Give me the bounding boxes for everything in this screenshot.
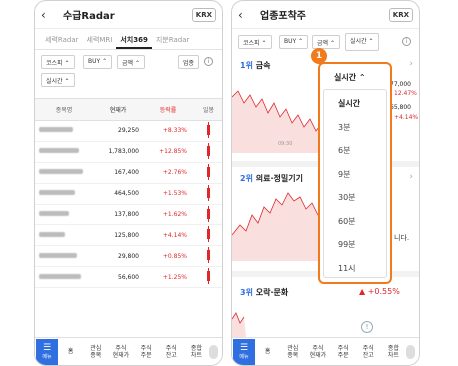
page-title: 수급Radar [63,11,115,22]
info-circle-icon[interactable]: ! [361,321,373,333]
header: ‹ 업종포착주 KRX [232,1,419,29]
col-rate: 등락률 [143,98,193,121]
blurred-name [39,211,69,216]
nav-balance[interactable]: 주식 잔고 [159,345,184,359]
dropdown-option[interactable]: 9분 [324,163,386,187]
dropdown-option[interactable]: 6분 [324,139,386,163]
section-1-title[interactable]: 1위 금속 [240,60,270,71]
candle-icon [207,247,210,264]
dropdown-option[interactable]: 실시간 [324,92,386,116]
nav-watchlist[interactable]: 관심 종목 [280,345,305,359]
candle-icon [207,121,210,138]
section-2-title[interactable]: 2위 의료·정밀기기 [240,173,303,184]
table-row[interactable]: 464,500 +1.53% [35,183,222,205]
menu-icon: ☰ [239,342,249,353]
page-title: 업종포착주 [260,11,306,22]
nav-order[interactable]: 주식 주문 [331,345,356,359]
stock-table: 종목명 현재가 등락률 일봉 29,250 +8.33% 1,783,000 +12… [35,98,222,289]
period-dropdown: 실시간 ⌃ 실시간 3분 6분 9분 30분 60분 99분 11시 [318,62,392,284]
chevron-right-icon[interactable]: › [409,172,413,182]
nav-quote[interactable]: 주식 현재가 [108,345,133,359]
table-row[interactable]: 167,400 +2.76% [35,162,222,184]
nav-watchlist[interactable]: 관심 종목 [83,345,108,359]
candle-icon [207,184,210,201]
amount-select[interactable]: 금액 ⌃ [117,55,145,69]
tab-radar[interactable]: 세력Radar [41,30,83,49]
krx-button[interactable]: KRX [388,7,413,22]
market-select[interactable]: 코스피 ⌃ [41,55,75,69]
dropdown-header[interactable]: 실시간 ⌃ [320,64,390,83]
toggle-switch[interactable] [406,344,416,359]
market-select[interactable]: 코스피 ⌃ [238,35,272,49]
krx-button[interactable]: KRX [191,7,216,22]
blurred-name [39,127,73,133]
info-icon[interactable]: i [204,57,213,66]
blurred-name [39,190,75,196]
chevron-right-icon[interactable]: › [409,59,413,69]
phone-left: ‹ 수급Radar KRX 세력Radar 세력MRI 서치369 지분Rada… [34,0,223,366]
nav-order[interactable]: 주식 주문 [134,345,159,359]
col-daily: 일봉 [193,98,222,121]
sector-chart-3 [232,312,246,337]
bottom-nav: ☰ 메뉴 홈 관심 종목 주식 현재가 주식 주문 주식 잔고 종합 차트 [232,337,419,365]
candle-icon [207,226,210,243]
toggle-switch[interactable] [209,344,219,359]
table-row[interactable]: 1,783,000 +12.85% [35,141,222,163]
period-select[interactable]: 실시간 ⌃ [345,33,379,51]
section-3-title[interactable]: 3위 오락·문화 [240,287,288,298]
nav-chart[interactable]: 종합 차트 [184,345,209,359]
dropdown-option[interactable]: 30분 [324,186,386,210]
chevron-up-icon: ⌃ [358,73,366,82]
candle-icon [207,142,210,159]
menu-button[interactable]: ☰ 메뉴 [233,338,255,365]
back-icon[interactable]: ‹ [41,8,55,22]
candle-icon [207,268,210,285]
blurred-name [39,273,81,279]
col-name: 종목명 [35,98,93,121]
dropdown-option[interactable]: 99분 [324,233,386,257]
blurred-name [39,252,77,258]
blurred-name [39,231,65,237]
candle-icon [207,205,210,222]
dropdown-option[interactable]: 60분 [324,210,386,234]
amount-select[interactable]: 금액 ⌃ [312,35,340,49]
nav-balance[interactable]: 주식 잔고 [356,345,381,359]
type-select[interactable]: BUY ⌃ [279,35,309,49]
info-icon[interactable]: i [402,37,411,46]
tab-mri[interactable]: 세력MRI [83,30,117,49]
blurred-name [39,148,79,154]
table-row[interactable]: 125,800 +4.14% [35,224,222,247]
table-row[interactable]: 56,600 +1.25% [35,266,222,289]
header: ‹ 수급Radar KRX [35,1,222,29]
nav-home[interactable]: 홈 [58,348,83,355]
tab-search369[interactable]: 서치369 [116,30,152,49]
nav-quote[interactable]: 주식 현재가 [305,345,330,359]
period-select[interactable]: 실시간 ⌃ [41,73,75,87]
table-row[interactable]: 29,250 +8.33% [35,120,222,142]
table-row[interactable]: 137,800 +1.62% [35,204,222,226]
step-badge: 1 [311,48,327,64]
section-3-rate: ▲ +0.55% [359,287,400,296]
bottom-nav: ☰ 메뉴 홈 관심 종목 주식 현재가 주식 주문 주식 잔고 종합 차트 [35,337,222,365]
sector-button[interactable]: 업종 [178,55,200,69]
dropdown-list: 실시간 3분 6분 9분 30분 60분 99분 11시 [323,89,387,278]
col-price: 현재가 [93,98,143,121]
dropdown-option[interactable]: 3분 [324,116,386,140]
blurred-name [39,169,83,175]
tab-bar: 세력Radar 세력MRI 서치369 지분Radar [35,30,222,50]
menu-button[interactable]: ☰ 메뉴 [36,338,58,365]
tab-share-radar[interactable]: 지분Radar [152,30,194,49]
type-select[interactable]: BUY ⌃ [83,55,113,69]
back-icon[interactable]: ‹ [238,8,252,22]
table-row[interactable]: 29,800 +0.85% [35,245,222,268]
nav-chart[interactable]: 종합 차트 [381,345,406,359]
nav-home[interactable]: 홈 [255,348,280,355]
candle-icon [207,163,210,180]
dropdown-option[interactable]: 11시 [324,257,386,281]
menu-icon: ☰ [42,342,52,353]
